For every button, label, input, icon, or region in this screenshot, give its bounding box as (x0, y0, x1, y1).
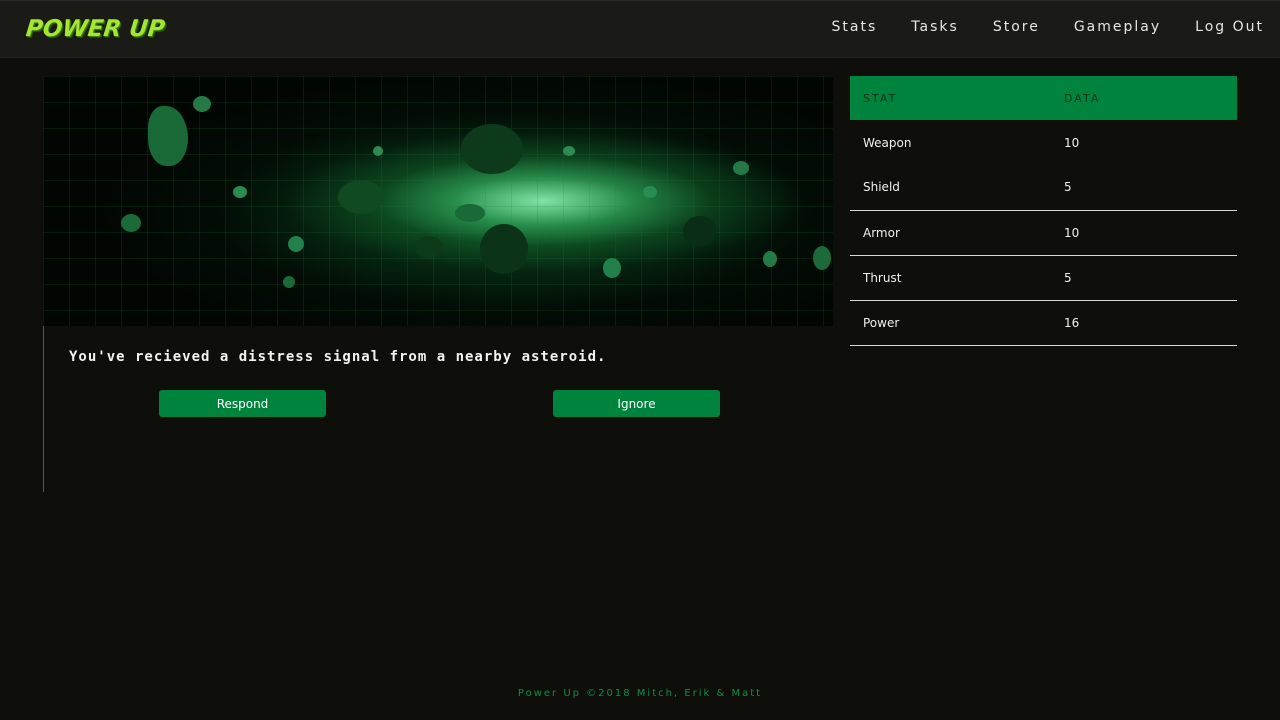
asteroid (373, 146, 383, 156)
asteroid (455, 204, 485, 222)
asteroid (415, 236, 443, 258)
nav-links: Stats Tasks Store Gameplay Log Out (832, 19, 1280, 35)
hero-image-asteroid-field (43, 76, 833, 326)
asteroid (288, 236, 304, 252)
ignore-button[interactable]: Ignore (553, 390, 720, 417)
navbar: POWER UP Stats Tasks Store Gameplay Log … (0, 0, 1280, 58)
stat-value: 10 (1051, 210, 1237, 256)
nav-item-store[interactable]: Store (993, 19, 1040, 35)
asteroid (233, 186, 247, 198)
asteroid (603, 258, 621, 278)
asteroid (683, 216, 717, 246)
nav-item-tasks[interactable]: Tasks (911, 19, 959, 35)
asteroid (193, 96, 211, 112)
column-header-stat: STAT (850, 76, 1051, 120)
respond-button[interactable]: Respond (159, 390, 326, 417)
nav-item-gameplay[interactable]: Gameplay (1074, 19, 1161, 35)
stat-name: Weapon (863, 135, 912, 150)
table-row: Thrust 5 (850, 255, 1237, 301)
table-row: Armor 10 (850, 210, 1237, 256)
asteroid (338, 180, 384, 214)
story-panel: You've recieved a distress signal from a… (43, 326, 833, 492)
table-row: Weapon 10 (850, 120, 1237, 165)
asteroid (461, 124, 523, 174)
asteroid (480, 224, 528, 274)
stat-value: 5 (1051, 255, 1237, 301)
stat-value: 16 (1051, 300, 1237, 346)
asteroid (813, 246, 831, 270)
stat-name: Power (850, 300, 1051, 346)
nav-item-stats[interactable]: Stats (832, 19, 878, 35)
asteroid (563, 146, 575, 156)
stat-value: 10 (1064, 135, 1080, 150)
asteroid (283, 276, 295, 288)
asteroid (733, 161, 749, 175)
nav-item-logout[interactable]: Log Out (1195, 19, 1264, 35)
asteroid (763, 251, 777, 267)
table-row: Power 16 (850, 300, 1237, 346)
column-header-data: DATA (1051, 76, 1237, 120)
stat-value: 5 (1051, 165, 1237, 211)
stat-name: Armor (850, 210, 1051, 256)
stats-table: STAT DATA Weapon 10 Shield 5 Armor 10 Th… (850, 76, 1237, 346)
table-header-row: STAT DATA (850, 76, 1237, 120)
stat-name: Shield (850, 165, 1051, 211)
asteroid (121, 214, 141, 232)
story-text: You've recieved a distress signal from a… (69, 349, 607, 365)
logo[interactable]: POWER UP (25, 16, 166, 42)
footer-text: Power Up ©2018 Mitch, Erik & Matt (517, 688, 763, 699)
stat-name: Thrust (850, 255, 1051, 301)
table-row: Shield 5 (850, 165, 1237, 211)
asteroid (643, 186, 657, 198)
